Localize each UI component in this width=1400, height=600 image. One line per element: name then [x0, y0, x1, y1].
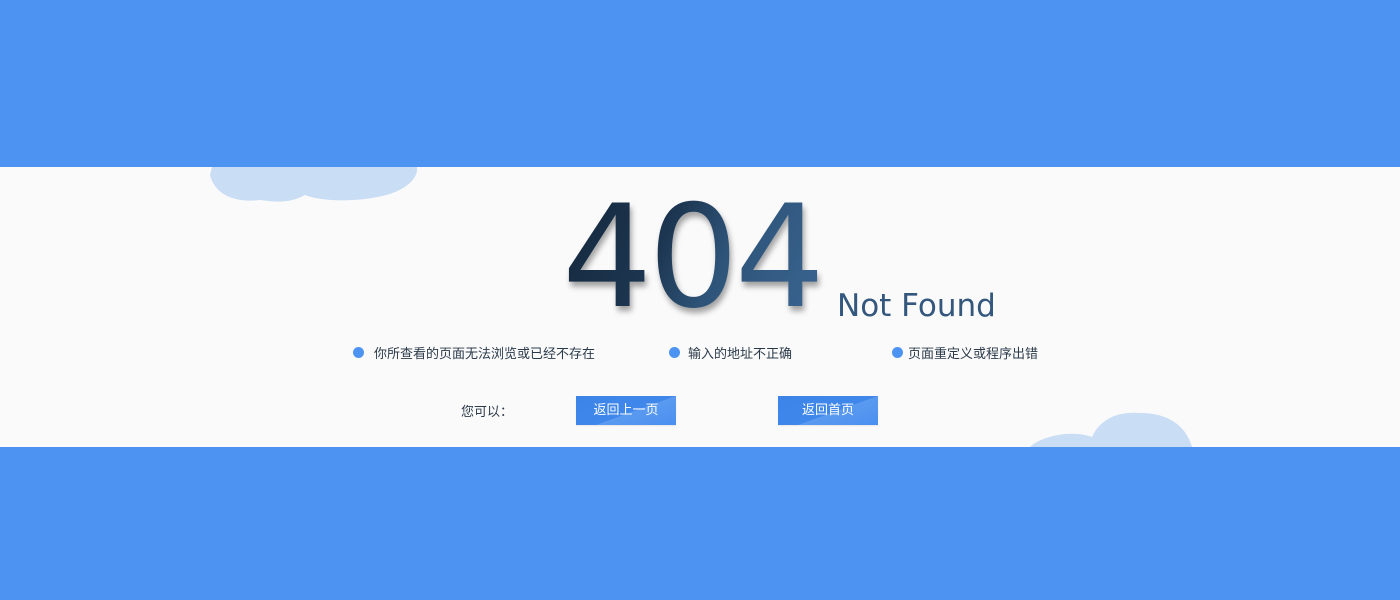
- bullet-dot-icon: [892, 346, 903, 358]
- reason-item: 你所查看的页面无法浏览或已经不存在: [353, 342, 595, 362]
- top-blue-band: [0, 0, 1400, 167]
- reason-text: 你所查看的页面无法浏览或已经不存在: [374, 346, 596, 362]
- go-back-button[interactable]: 返回上一页: [576, 396, 676, 425]
- bottom-blue-band: [0, 447, 1400, 600]
- reason-text: 输入的地址不正确: [688, 346, 793, 362]
- error-title: Not Found: [837, 288, 996, 324]
- go-home-button[interactable]: 返回首页: [778, 396, 878, 425]
- bullet-dot-icon: [669, 346, 680, 358]
- cloud-decoration-bottom: [1030, 412, 1192, 447]
- actions-prompt: 您可以：: [461, 405, 514, 420]
- cloud-decoration-top: [210, 167, 418, 202]
- error-code: 404: [562, 175, 825, 340]
- reason-item: 输入的地址不正确: [669, 342, 792, 362]
- reason-text: 页面重定义或程序出错: [908, 346, 1039, 362]
- bullet-dot-icon: [353, 346, 364, 358]
- reason-item: 页面重定义或程序出错: [892, 342, 1038, 362]
- error-panel: 404 Not Found 你所查看的页面无法浏览或已经不存在 输入的地址不正确…: [0, 167, 1400, 447]
